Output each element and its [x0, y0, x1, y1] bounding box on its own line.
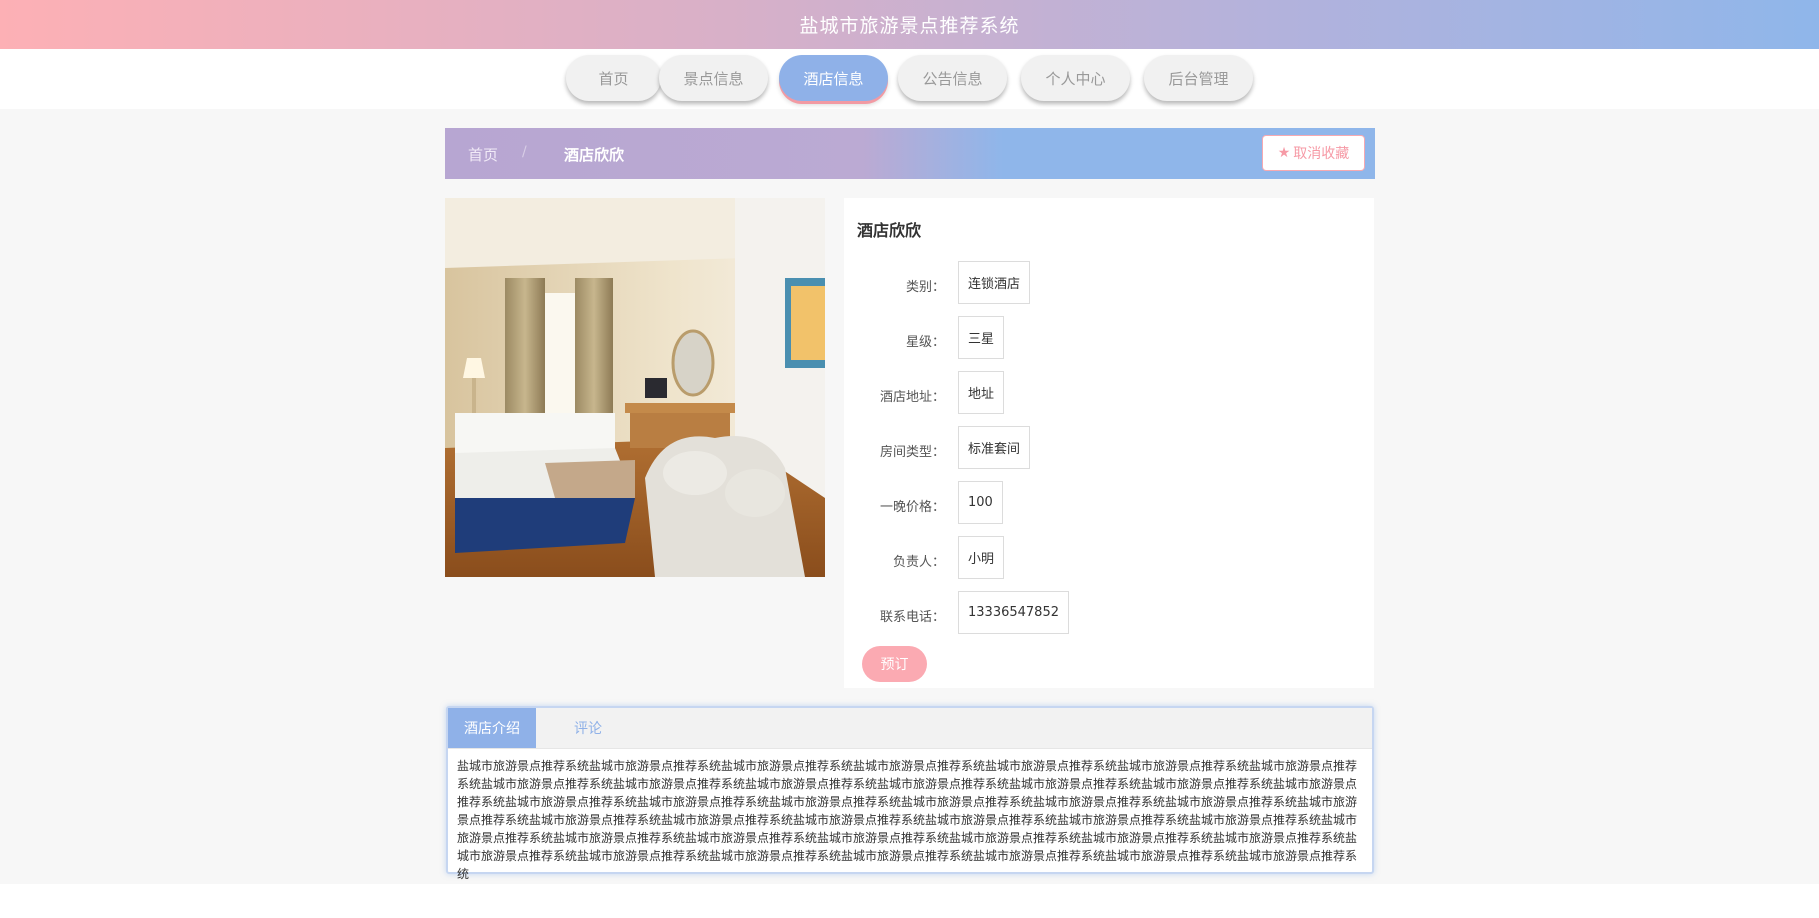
nav-item-hotels[interactable]: 酒店信息: [779, 55, 888, 101]
nav-item-attractions[interactable]: 景点信息: [659, 55, 768, 101]
hotel-photo: [445, 198, 825, 577]
nav-item-home[interactable]: 首页: [566, 55, 661, 101]
field-label-manager: 负责人：: [892, 555, 945, 570]
field-value-room-type: 标准套间: [958, 426, 1031, 469]
field-label-price: 一晚价格：: [879, 500, 945, 515]
tab-comments[interactable]: 评论: [558, 708, 618, 748]
hotel-name: 酒店欣欣: [857, 221, 922, 240]
tab-header: 酒店介绍 评论: [448, 708, 1372, 749]
field-value-phone: 13336547852: [958, 591, 1069, 634]
book-button[interactable]: 预订: [862, 646, 927, 682]
hotel-tabs: 酒店介绍 评论 盐城市旅游景点推荐系统盐城市旅游景点推荐系统盐城市旅游景点推荐系…: [446, 706, 1374, 881]
field-label-star-rating: 星级：: [905, 335, 945, 350]
site-header: 盐城市旅游景点推荐系统: [0, 0, 1819, 49]
breadcrumb-separator: /: [522, 144, 527, 160]
main-nav: 首页 景点信息 酒店信息 公告信息 个人中心 后台管理: [0, 49, 1819, 109]
field-value-address: 地址: [958, 371, 1005, 414]
field-value-star-rating: 三星: [958, 316, 1005, 359]
star-icon: ★: [1277, 145, 1291, 161]
field-value-category: 连锁酒店: [958, 261, 1031, 304]
breadcrumb-home[interactable]: 首页: [468, 144, 498, 165]
nav-item-profile[interactable]: 个人中心: [1021, 55, 1130, 101]
field-label-category: 类别：: [905, 280, 945, 295]
site-title: 盐城市旅游景点推荐系统: [799, 15, 1020, 37]
field-value-price: 100: [958, 481, 1003, 524]
nav-item-admin[interactable]: 后台管理: [1144, 55, 1253, 101]
nav-item-announcements[interactable]: 公告信息: [898, 55, 1007, 101]
field-value-manager: 小明: [958, 536, 1005, 579]
hotel-intro-text: 盐城市旅游景点推荐系统盐城市旅游景点推荐系统盐城市旅游景点推荐系统盐城市旅游景点…: [457, 759, 1358, 881]
field-label-room-type: 房间类型：: [879, 445, 945, 460]
unfavorite-button[interactable]: ★ 取消收藏: [1262, 135, 1365, 171]
tab-hotel-intro[interactable]: 酒店介绍: [448, 708, 536, 748]
breadcrumb-current: 酒店欣欣: [564, 146, 625, 164]
unfavorite-label: 取消收藏: [1293, 146, 1350, 162]
breadcrumb: 首页 / 酒店欣欣: [445, 128, 1375, 179]
field-label-address: 酒店地址：: [879, 390, 945, 405]
field-label-phone: 联系电话：: [879, 610, 945, 625]
